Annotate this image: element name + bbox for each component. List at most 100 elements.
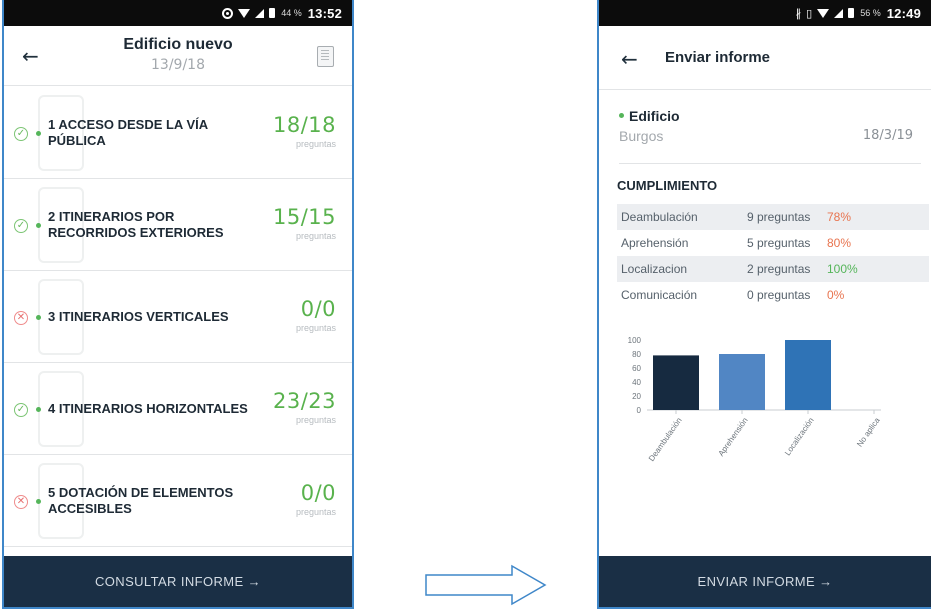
compliance-row: Aprehensión 5 preguntas 80% [617, 230, 929, 256]
compliance-percent: 78% [827, 210, 852, 224]
compliance-row: Localizacion 2 preguntas 100% [617, 256, 929, 282]
arrow-left-icon[interactable]: ← [621, 49, 638, 69]
cross-circle-icon: ✕ [14, 311, 28, 325]
compliance-category: Aprehensión [621, 236, 689, 250]
compliance-percent: 80% [827, 236, 852, 250]
compliance-category: Localizacion [621, 262, 688, 276]
page-title: Enviar informe [665, 49, 771, 66]
compliance-category: Comunicación [621, 288, 698, 302]
chart-bar [653, 355, 699, 410]
bullet-dot [36, 315, 41, 320]
x-tick-label: Deambulación [647, 416, 684, 463]
section-score: 23/23 preguntas [273, 389, 336, 425]
score-unit: preguntas [295, 231, 336, 241]
score-unit: preguntas [295, 139, 336, 149]
score-value: 0/0 [300, 297, 336, 321]
clock: 12:49 [886, 5, 921, 21]
section-score: 0/0 preguntas [296, 481, 336, 517]
compliance-percent: 100% [827, 262, 858, 276]
check-circle-icon: ✓ [14, 219, 28, 233]
send-report-button[interactable]: ENVIAR INFORME → [599, 556, 931, 607]
section-row[interactable]: ✕ 3 ITINERARIOS VERTICALES 0/0 preguntas [4, 271, 352, 363]
compliance-category: Deambulación [621, 210, 698, 224]
compliance-questions: 0 preguntas [747, 288, 811, 302]
signal-icon [834, 8, 844, 18]
compliance-table: Deambulación 9 preguntas 78% Aprehensión 5 p… [617, 204, 929, 308]
vibrate-icon: ▯ [806, 6, 813, 20]
status-icons: ∦ ▯ [796, 7, 855, 20]
score-value: 23/23 [272, 389, 336, 413]
section-row[interactable]: ✕ 5 DOTACIÓN DE ELEMENTOS ACCESIBLES 0/0 pr… [4, 455, 352, 547]
section-score: 15/15 preguntas [273, 205, 336, 241]
wifi-icon [238, 8, 251, 18]
status-bar: ∦ ▯ 56 % 12:49 [599, 0, 931, 26]
consult-report-button[interactable]: CONSULTAR INFORME → [4, 556, 352, 607]
score-value: 15/15 [272, 205, 336, 229]
score-unit: preguntas [295, 323, 336, 333]
y-tick-label: 0 [637, 406, 642, 415]
header-center: Edificio nuevo 13/9/18 [4, 36, 352, 73]
cross-circle-icon: ✕ [14, 495, 28, 509]
section-row[interactable]: ✓ 1 ACCESO DESDE LA VÍA PÚBLICA 18/18 pregu… [4, 87, 352, 179]
clock: 13:52 [307, 5, 342, 21]
signal-icon [255, 8, 265, 18]
score-value: 18/18 [272, 113, 336, 137]
y-tick-label: 40 [632, 378, 641, 387]
building-date: 18/3/19 [862, 128, 913, 143]
section-score: 18/18 preguntas [273, 113, 336, 149]
page-date: 13/9/18 [151, 57, 205, 73]
section-title: 4 ITINERARIOS HORIZONTALES [48, 400, 248, 416]
bullet-dot [36, 499, 41, 504]
x-tick-label: Localización [783, 416, 816, 457]
score-unit: preguntas [295, 415, 336, 425]
compliance-row: Comunicación 0 preguntas 0% [617, 282, 929, 308]
score-value: 0/0 [300, 481, 336, 505]
section-title: 1 ACCESO DESDE LA VÍA PÚBLICA [48, 116, 208, 148]
flow-arrow-icon [425, 564, 547, 606]
location-icon [222, 7, 234, 19]
bullet-dot [36, 223, 41, 228]
right-phone-screen: ∦ ▯ 56 % 12:49 ← Enviar informe Edificio… [597, 0, 931, 609]
y-tick-label: 20 [632, 392, 641, 401]
score-unit: preguntas [295, 507, 336, 517]
y-tick-label: 80 [632, 350, 641, 359]
battery-icon [269, 8, 276, 18]
battery-icon [848, 8, 855, 18]
section-row[interactable]: ✓ 2 ITINERARIOS POR RECORRIDOS EXTERIORES… [4, 179, 352, 271]
app-header: ← Enviar informe [599, 26, 931, 90]
chart-bar [785, 340, 831, 410]
battery-percent: 44 % [281, 8, 302, 18]
left-phone-screen: 44 % 13:52 ← Edificio nuevo 13/9/18 ✓ 1 A… [2, 0, 354, 609]
building-name: Edificio [619, 108, 921, 124]
section-list: ✓ 1 ACCESO DESDE LA VÍA PÚBLICA 18/18 pregu… [4, 87, 352, 547]
bullet-dot [36, 131, 41, 136]
section-title: 2 ITINERARIOS POR RECORRIDOS EXTERIORES [48, 208, 224, 240]
compliance-questions: 5 preguntas [747, 236, 811, 250]
status-icons [222, 7, 276, 19]
y-tick-label: 100 [628, 336, 642, 345]
section-title: 5 DOTACIÓN DE ELEMENTOS ACCESIBLES [48, 484, 234, 516]
y-tick-label: 60 [632, 364, 641, 373]
section-title: 3 ITINERARIOS VERTICALES [48, 308, 229, 324]
section-score: 0/0 preguntas [296, 297, 336, 333]
x-tick-label: No aplica [855, 416, 881, 449]
check-circle-icon: ✓ [14, 403, 28, 417]
bullet-dot [36, 407, 41, 412]
x-tick-label: Aprehensión [716, 416, 749, 458]
building-info: Edificio Burgos 18/3/19 [619, 108, 921, 164]
check-circle-icon: ✓ [14, 127, 28, 141]
compliance-questions: 2 preguntas [747, 262, 811, 276]
compliance-percent: 0% [827, 288, 845, 302]
bluetooth-icon: ∦ [795, 6, 802, 20]
status-bar: 44 % 13:52 [4, 0, 352, 26]
battery-percent: 56 % [860, 8, 881, 18]
compliance-title: CUMPLIMIENTO [617, 178, 718, 193]
report-document-icon[interactable] [317, 46, 334, 67]
page-title: Edificio nuevo [123, 36, 233, 53]
chart-bar [719, 354, 765, 410]
section-row[interactable]: ✓ 4 ITINERARIOS HORIZONTALES 23/23 pregunta… [4, 363, 352, 455]
wifi-icon [817, 8, 830, 18]
compliance-bar-chart: 0 20 40 60 80 100 Deambulación Aprehensión Local… [628, 336, 881, 463]
compliance-questions: 9 preguntas [747, 210, 811, 224]
compliance-row: Deambulación 9 preguntas 78% [617, 204, 929, 230]
